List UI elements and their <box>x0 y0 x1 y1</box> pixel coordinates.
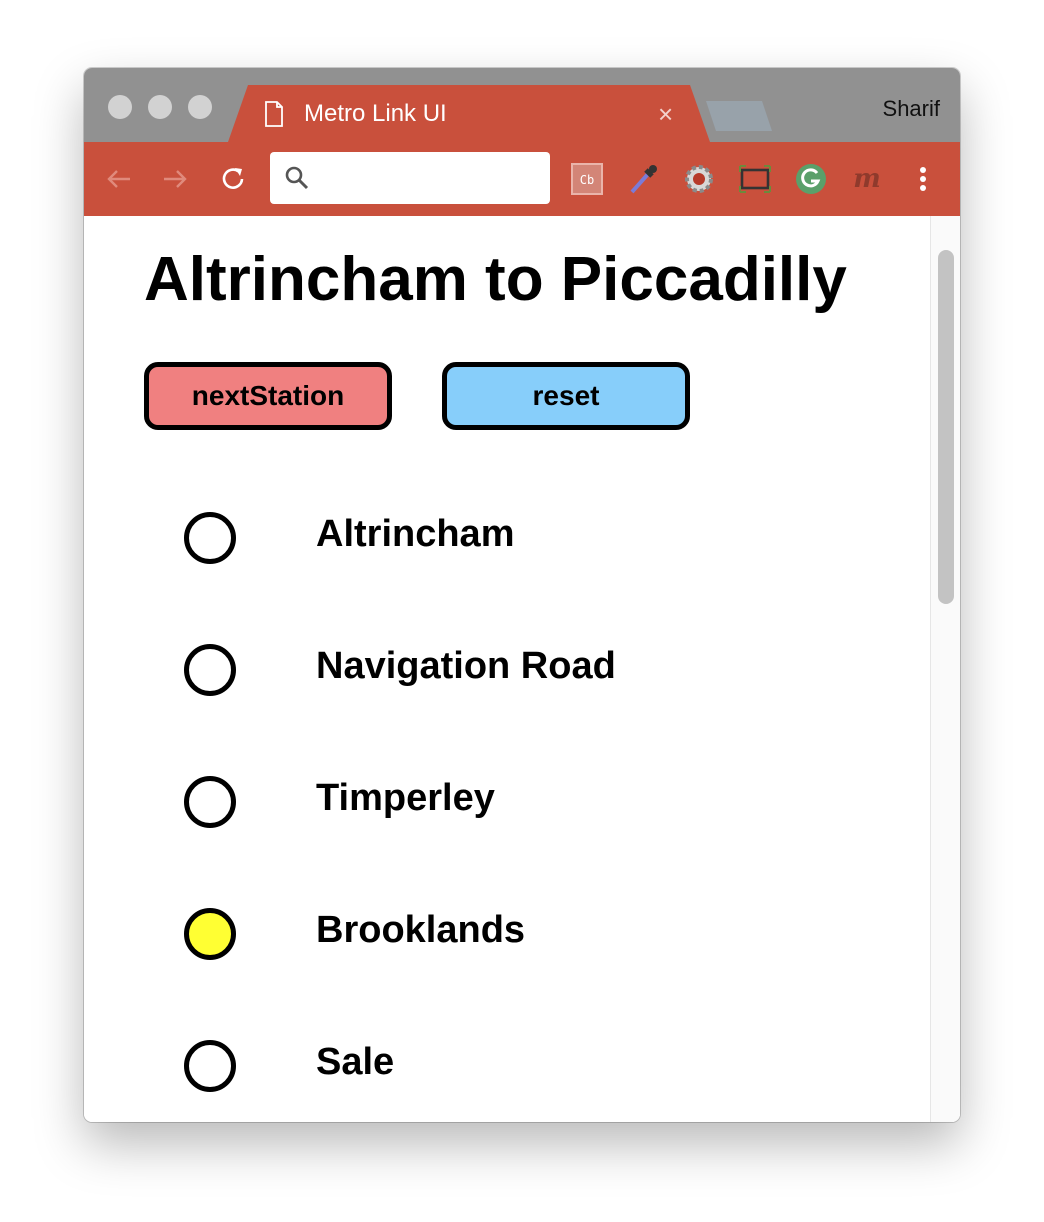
station-item: Sale <box>184 1040 884 1096</box>
station-name: Timperley <box>316 777 495 819</box>
station-list: Altrincham Navigation Road Timperley Bro… <box>84 216 930 1122</box>
title-bar: Metro Link UI × Sharif <box>84 68 960 142</box>
tab-title: Metro Link UI <box>304 100 447 127</box>
station-item: Brooklands <box>184 908 884 964</box>
scrollbar-thumb[interactable] <box>938 250 954 604</box>
new-tab-button[interactable] <box>706 101 772 131</box>
back-arrow-icon[interactable] <box>104 164 134 194</box>
page-content: Altrincham to Piccadilly nextStation res… <box>84 216 960 1122</box>
svg-text:m: m <box>853 164 881 194</box>
search-icon <box>285 166 309 190</box>
station-name: Navigation Road <box>316 645 616 687</box>
tab-metro-link[interactable] <box>228 85 710 142</box>
station-name: Sale <box>316 1041 395 1083</box>
minimize-window-button[interactable] <box>148 95 172 119</box>
station-indicator <box>184 644 236 696</box>
profile-name[interactable]: Sharif <box>883 95 940 123</box>
screen-capture-icon[interactable] <box>738 162 772 196</box>
close-window-button[interactable] <box>108 95 132 119</box>
tab-close-icon[interactable]: × <box>658 99 673 129</box>
zoom-window-button[interactable] <box>188 95 212 119</box>
browser-toolbar: Cb m <box>84 142 960 216</box>
station-indicator <box>184 1040 236 1092</box>
svg-text:Cb: Cb <box>580 173 594 187</box>
settings-gear-icon[interactable] <box>682 162 716 196</box>
station-item: Altrincham <box>184 512 884 568</box>
forward-arrow-icon[interactable] <box>160 164 190 194</box>
station-indicator <box>184 776 236 828</box>
grammarly-icon[interactable] <box>794 162 828 196</box>
station-name: Brooklands <box>316 909 526 951</box>
station-name: Altrincham <box>316 513 515 555</box>
station-item: Timperley <box>184 776 884 832</box>
station-item: Navigation Road <box>184 644 884 700</box>
m-extension-icon[interactable]: m <box>850 162 884 196</box>
browser-menu-icon[interactable] <box>906 162 940 196</box>
cb-extension-icon[interactable]: Cb <box>570 162 604 196</box>
document-icon <box>265 101 283 127</box>
station-indicator <box>184 908 236 960</box>
color-picker-icon[interactable] <box>626 162 660 196</box>
station-indicator <box>184 512 236 564</box>
address-input[interactable] <box>316 160 544 198</box>
reload-icon[interactable] <box>218 164 248 194</box>
vertical-scrollbar[interactable] <box>930 216 960 1122</box>
address-bar[interactable] <box>270 152 550 204</box>
browser-window: Metro Link UI × Sharif Cb m Altrincham t… <box>84 68 960 1122</box>
